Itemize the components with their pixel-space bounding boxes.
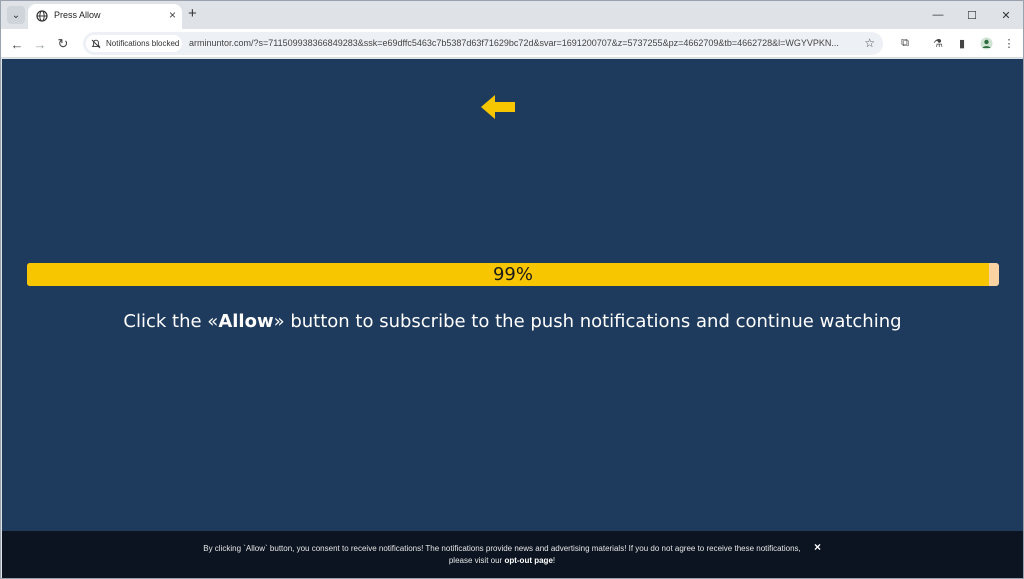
tab-press-allow[interactable]: Press Allow × bbox=[28, 4, 182, 29]
address-bar[interactable]: Notifications blocked arminuntor.com/?s=… bbox=[83, 32, 883, 55]
tab-close-icon[interactable]: × bbox=[169, 8, 176, 22]
close-window-icon[interactable]: ✕ bbox=[989, 1, 1023, 29]
labs-flask-icon[interactable]: ⚗ bbox=[930, 35, 946, 51]
tab-search-icon[interactable]: ⌄ bbox=[7, 6, 25, 24]
bell-off-icon bbox=[91, 39, 101, 48]
window-controls: — ☐ ✕ bbox=[921, 1, 1023, 29]
url-text[interactable]: arminuntor.com/?s=711509938366849283&ssk… bbox=[189, 38, 859, 48]
message-allow-emphasis: Allow bbox=[218, 311, 274, 332]
consent-body: By clicking `Allow` button, you consent … bbox=[203, 544, 801, 565]
bookmark-star-icon[interactable]: ☆ bbox=[864, 36, 875, 50]
progress-label: 99% bbox=[492, 264, 533, 285]
consent-end: ! bbox=[552, 556, 556, 565]
menu-kebab-icon[interactable]: ⋮ bbox=[1001, 35, 1017, 51]
opt-out-link[interactable]: opt-out page bbox=[504, 556, 552, 565]
consent-text: By clicking `Allow` button, you consent … bbox=[202, 543, 802, 567]
message-prefix: Click the « bbox=[123, 311, 219, 332]
message-suffix: » button to subscribe to the push notifi… bbox=[273, 311, 902, 332]
forward-icon[interactable]: → bbox=[30, 34, 50, 54]
tab-title: Press Allow bbox=[54, 10, 101, 20]
avatar bbox=[980, 37, 992, 49]
tab-strip: ⌄ Press Allow × + — ☐ ✕ bbox=[1, 1, 1023, 29]
arrow-left-icon bbox=[481, 95, 515, 119]
browser-window: ⌄ Press Allow × + — ☐ ✕ ← → ↻ Notificati… bbox=[0, 0, 1024, 579]
banner-close-icon[interactable]: × bbox=[814, 540, 821, 554]
consent-banner: By clicking `Allow` button, you consent … bbox=[2, 531, 1023, 578]
page-content: 99% Click the «Allow» button to subscrib… bbox=[2, 59, 1023, 531]
instruction-message: Click the «Allow» button to subscribe to… bbox=[2, 311, 1023, 332]
minimize-icon[interactable]: — bbox=[921, 1, 955, 29]
browser-toolbar: ← → ↻ Notifications blocked arminuntor.c… bbox=[1, 29, 1023, 58]
new-tab-icon[interactable]: + bbox=[188, 6, 197, 22]
side-panel-icon[interactable]: ▮ bbox=[954, 35, 970, 51]
maximize-icon[interactable]: ☐ bbox=[955, 1, 989, 29]
reload-icon[interactable]: ↻ bbox=[53, 34, 73, 54]
globe-icon bbox=[36, 10, 48, 22]
profile-avatar-icon[interactable] bbox=[978, 35, 994, 51]
extensions-icon[interactable]: ⧉ bbox=[897, 35, 913, 51]
back-icon[interactable]: ← bbox=[7, 34, 27, 54]
notifications-blocked-label: Notifications blocked bbox=[106, 39, 180, 48]
notifications-blocked-chip[interactable]: Notifications blocked bbox=[86, 35, 182, 52]
progress-bar: 99% bbox=[27, 263, 999, 286]
